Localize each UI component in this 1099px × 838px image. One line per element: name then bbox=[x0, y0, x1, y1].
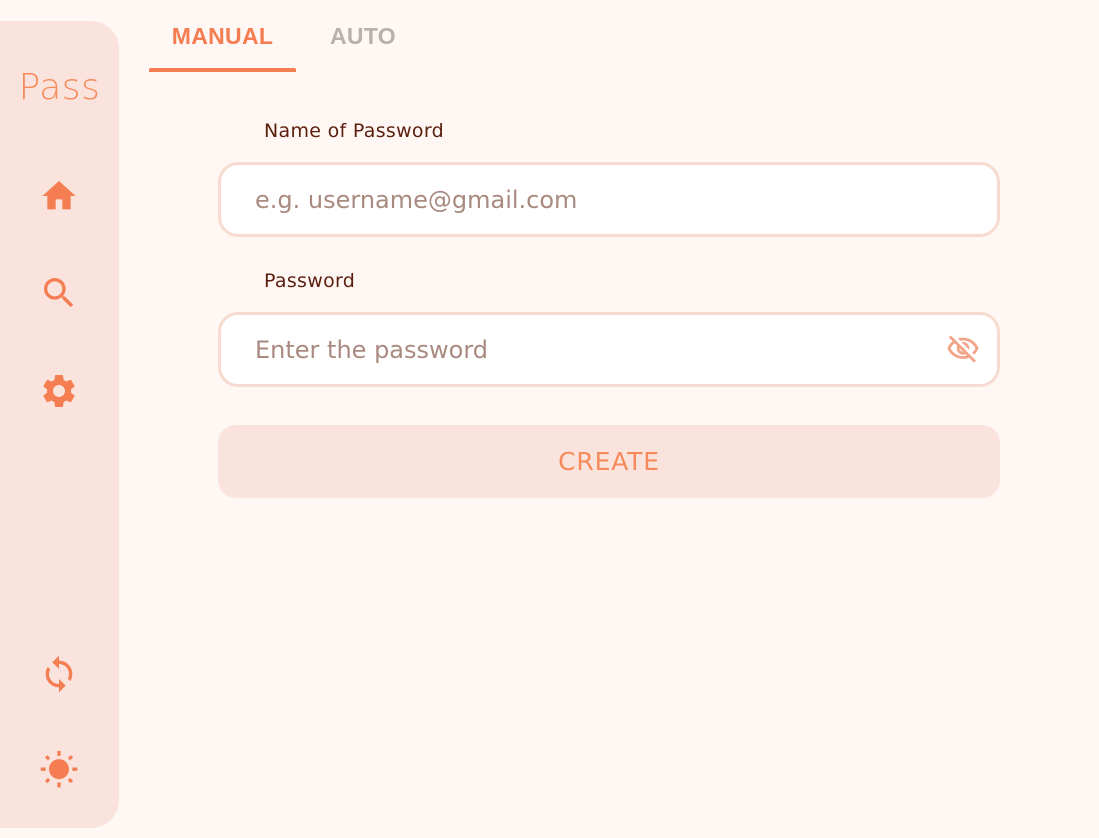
search-icon bbox=[39, 273, 79, 317]
name-input[interactable] bbox=[255, 165, 935, 234]
toggle-visibility-button[interactable] bbox=[945, 333, 981, 369]
name-field-label: Name of Password bbox=[264, 120, 444, 142]
tab-manual[interactable]: MANUAL bbox=[149, 0, 296, 72]
sidebar: Pass bbox=[0, 21, 119, 828]
name-field-container bbox=[218, 162, 1000, 237]
eye-off-icon bbox=[946, 332, 980, 370]
app-root: Pass MANUAL AUTO Name of Password e.g. u… bbox=[0, 0, 1099, 838]
theme-toggle-button[interactable] bbox=[35, 748, 83, 796]
gear-icon bbox=[39, 371, 79, 415]
sync-button[interactable] bbox=[35, 652, 83, 700]
app-logo: Pass bbox=[18, 67, 101, 108]
password-field-container bbox=[218, 312, 1000, 387]
mode-tabs: MANUAL AUTO bbox=[149, 0, 430, 72]
search-button[interactable] bbox=[35, 271, 83, 319]
create-button[interactable]: CREATE bbox=[218, 425, 1000, 498]
settings-button[interactable] bbox=[35, 369, 83, 417]
password-field-label: Password bbox=[264, 270, 356, 292]
home-button[interactable] bbox=[35, 174, 83, 222]
home-icon bbox=[39, 176, 79, 220]
password-input[interactable] bbox=[255, 315, 895, 384]
tab-auto[interactable]: AUTO bbox=[296, 0, 430, 72]
sync-icon bbox=[39, 654, 79, 698]
sun-icon bbox=[39, 750, 79, 794]
